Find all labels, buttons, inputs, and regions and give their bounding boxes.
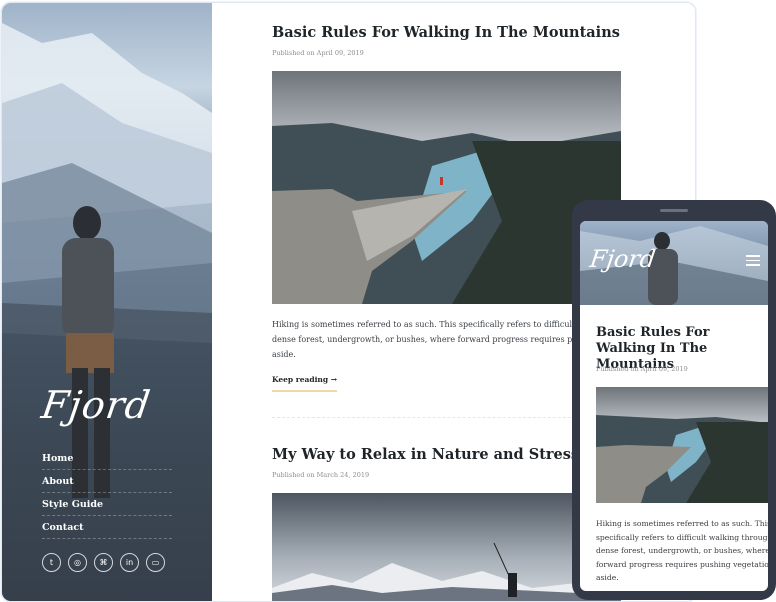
sidebar-logo[interactable]: Fjord — [39, 383, 154, 427]
nav-contact[interactable]: Contact — [42, 516, 172, 539]
post-date: Published on April 09, 2019 — [272, 49, 364, 57]
menu-icon[interactable] — [746, 255, 760, 269]
nav-home[interactable]: Home — [42, 447, 172, 470]
sidebar-nav: Home About Style Guide Contact — [42, 447, 172, 539]
post-image-2[interactable] — [272, 493, 621, 601]
instagram-icon[interactable]: ◎ — [68, 553, 87, 572]
sidebar: Fjord Home About Style Guide Contact t ◎… — [2, 3, 212, 601]
phone-speaker — [660, 209, 688, 212]
linkedin-icon[interactable]: in — [120, 553, 139, 572]
post-excerpt: Hiking is sometimes referred to as such.… — [272, 320, 612, 359]
twitter-icon[interactable]: t — [42, 553, 61, 572]
mobile-header: Fjord — [580, 221, 768, 305]
post-title[interactable]: Basic Rules For Walking In The Mountains — [272, 24, 620, 41]
social-links: t ◎ ⌘ in ▭ — [42, 553, 165, 572]
post-divider — [272, 417, 621, 418]
post-date-2: Published on March 24, 2019 — [272, 471, 370, 479]
post-title-2[interactable]: My Way to Relax in Nature and Stress Les… — [272, 446, 620, 463]
mobile-preview: Fjord Basic Rules For Walking In The Mou… — [572, 200, 776, 600]
nav-style-guide[interactable]: Style Guide — [42, 493, 172, 516]
post-image[interactable] — [272, 71, 621, 304]
keep-reading-link[interactable]: Keep reading → — [272, 375, 338, 392]
vimeo-icon[interactable]: ▭ — [146, 553, 165, 572]
nav-about[interactable]: About — [42, 470, 172, 493]
mobile-post-image[interactable] — [596, 387, 768, 503]
github-icon[interactable]: ⌘ — [94, 553, 113, 572]
mobile-logo[interactable]: Fjord — [588, 245, 657, 273]
mobile-post-date: Published on April 09, 2019 — [596, 365, 688, 373]
mobile-screen: Fjord Basic Rules For Walking In The Mou… — [580, 221, 768, 591]
mobile-post-excerpt: Hiking is sometimes referred to as such.… — [596, 519, 768, 582]
